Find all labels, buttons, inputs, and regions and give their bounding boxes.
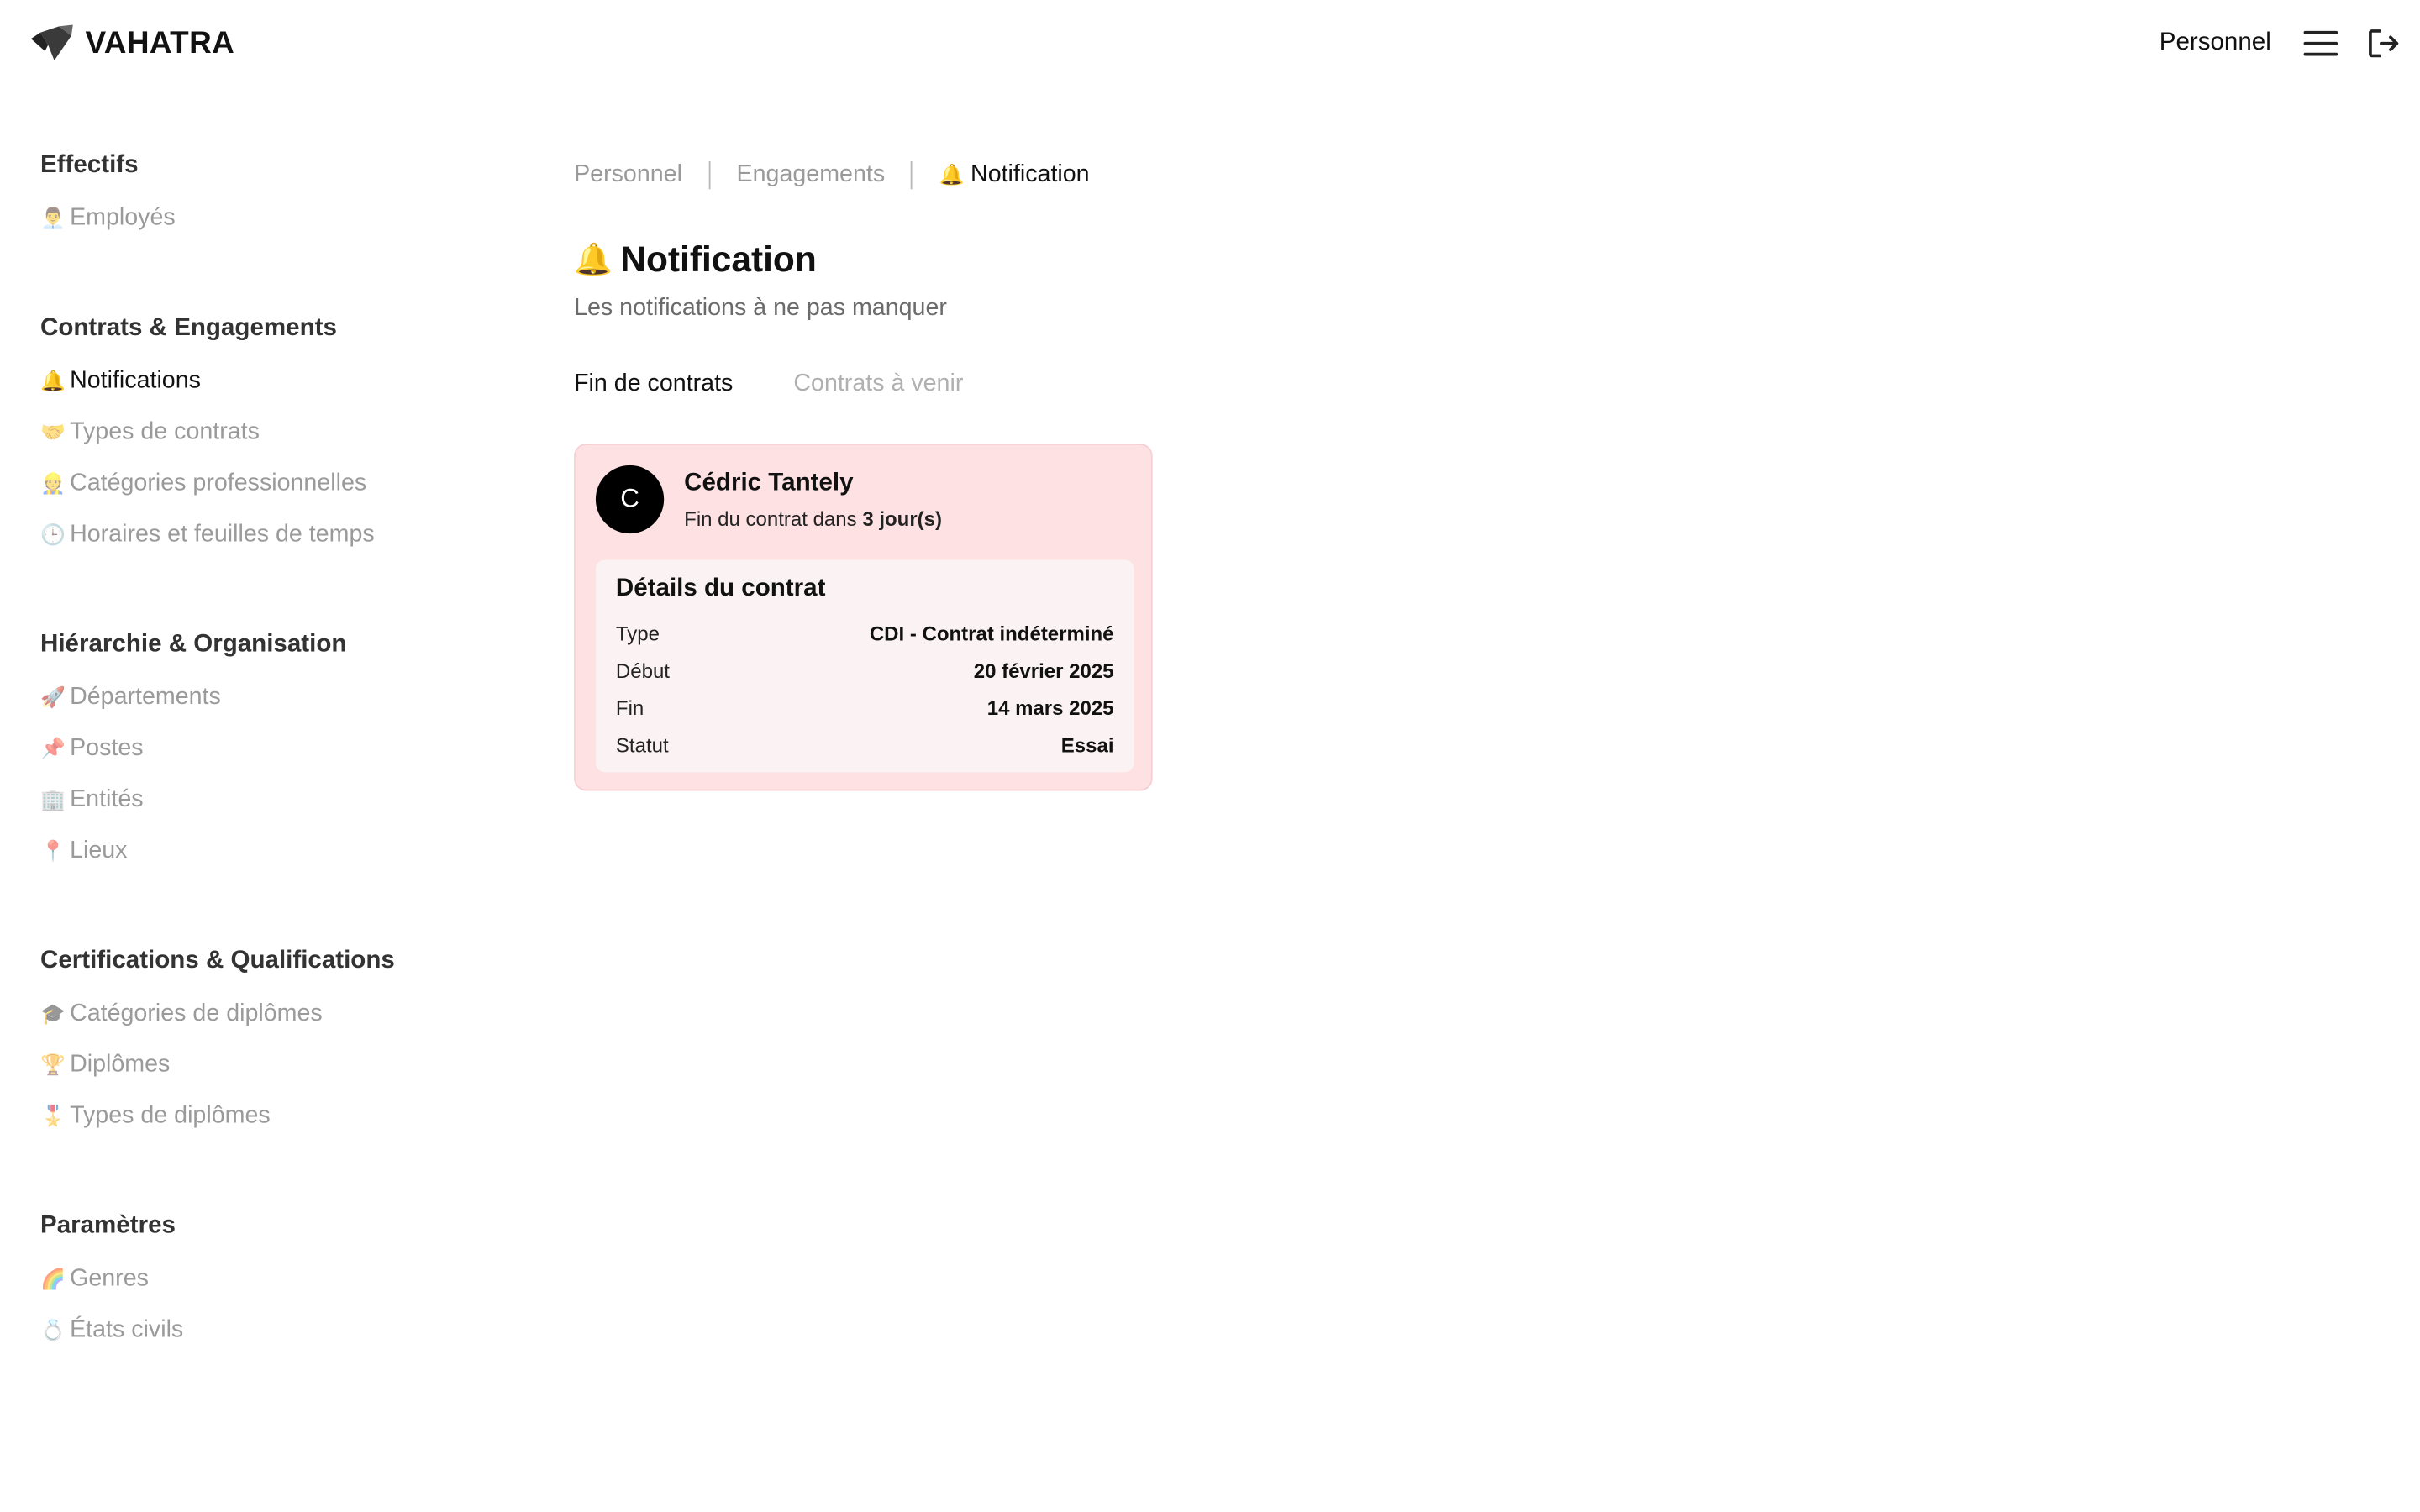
sidebar-item-icon: 👨‍💼 [40, 206, 66, 230]
contract-details-title: Détails du contrat [615, 575, 826, 602]
page-subtitle: Les notifications à ne pas manquer [574, 294, 947, 322]
sidebar-item-etats-civils[interactable]: 💍 États civils [40, 1315, 506, 1367]
tab-fin-de-contrats[interactable]: Fin de contrats [574, 370, 733, 405]
sidebar-item-label: Postes [70, 735, 144, 762]
contract-details: Détails du contrat Type CDI - Contrat in… [595, 559, 1134, 773]
sidebar-item-label: Entités [70, 786, 144, 813]
breadcrumb-personnel[interactable]: Personnel [574, 161, 682, 189]
sidebar-group: Paramètres 🌈 Genres 💍 États civils [40, 1210, 506, 1366]
detail-label: Fin [615, 696, 644, 720]
sidebar-item-icon: 🌈 [40, 1267, 66, 1291]
sidebar-item-diplomes[interactable]: 🏆 Diplômes [40, 1050, 506, 1101]
sidebar-group-title: Paramètres [40, 1212, 176, 1240]
detail-label: Statut [615, 733, 669, 757]
sidebar-item-label: États civils [70, 1316, 184, 1343]
bell-icon: 🔔 [939, 162, 965, 186]
sidebar-item-types-de-contrats[interactable]: 🤝 Types de contrats [40, 417, 506, 469]
sidebar-group-title: Contrats & Engagements [40, 314, 337, 342]
page-title-text: Notification [620, 238, 817, 279]
sidebar-item-notifications[interactable]: 🔔 Notifications [40, 366, 506, 417]
sidebar-item-label: Lieux [70, 837, 128, 864]
tab-contrats-a-venir[interactable]: Contrats à venir [793, 370, 963, 405]
sidebar-item-label: Types de contrats [70, 418, 260, 445]
sidebar-item-genres[interactable]: 🌈 Genres [40, 1264, 506, 1315]
sidebar-item-label: Employés [70, 204, 176, 232]
sidebar-item-icon: 💍 [40, 1318, 66, 1341]
detail-label: Type [615, 622, 660, 646]
sidebar-item-label: Diplômes [70, 1051, 171, 1079]
sidebar-item-entites[interactable]: 🏢 Entités [40, 785, 506, 836]
sidebar-item-label: Notifications [70, 367, 201, 394]
sidebar-group-title: Hiérarchie & Organisation [40, 631, 347, 658]
detail-row-fin: Fin 14 mars 2025 [616, 695, 1114, 732]
sidebar-group-title: Effectifs [40, 151, 139, 179]
main-content: Personnel Engagements 🔔 Notification 🔔 No… [574, 155, 1815, 791]
sidebar-group: Hiérarchie & Organisation 🚀 Départements 📌 P… [40, 628, 506, 887]
sidebar-item-postes[interactable]: 📌 Postes [40, 733, 506, 785]
sidebar-item-label: Départements [70, 684, 221, 711]
app-logo[interactable]: VAHATRA [28, 24, 234, 64]
avatar: C [595, 465, 665, 534]
sidebar-group: Certifications & Qualifications 🎓 Catégori… [40, 944, 506, 1152]
hamburger-menu-icon[interactable] [2299, 22, 2343, 66]
sidebar-item-departements[interactable]: 🚀 Départements [40, 682, 506, 733]
sidebar-item-label: Types de diplômes [70, 1102, 271, 1130]
detail-row-type: Type CDI - Contrat indéterminé [616, 620, 1114, 657]
sidebar-item-icon: 🚀 [40, 685, 66, 709]
sidebar-item-label: Catégories de diplômes [70, 1000, 323, 1027]
sidebar-item-icon: 🎖️ [40, 1104, 66, 1128]
top-bar: VAHATRA Personnel [0, 0, 2420, 87]
sidebar-item-icon: 📍 [40, 838, 66, 863]
sidebar-item-icon: 👷 [40, 471, 66, 495]
page-title: 🔔 Notification [574, 231, 1815, 286]
current-section-label[interactable]: Personnel [2160, 29, 2271, 57]
countdown-prefix: Fin du contrat dans [684, 507, 857, 531]
detail-value: 14 mars 2025 [986, 696, 1114, 720]
sidebar-item-label: Catégories professionnelles [70, 470, 367, 496]
breadcrumb-separator [708, 161, 711, 190]
notification-card[interactable]: C Cédric Tantely Fin du contrat dans 3 j… [574, 444, 1153, 791]
breadcrumb-notification: 🔔 Notification [939, 161, 1090, 189]
logo-icon [30, 24, 73, 61]
contract-end-countdown: Fin du contrat dans 3 jour(s) [684, 507, 942, 531]
breadcrumb-engagements[interactable]: Engagements [737, 161, 886, 189]
detail-value: CDI - Contrat indéterminé [869, 622, 1114, 646]
sidebar-item-icon: 🏆 [40, 1053, 66, 1077]
sidebar-group-title: Certifications & Qualifications [40, 948, 395, 974]
tabs: Fin de contrats Contrats à venir [574, 370, 1815, 405]
employee-name: Cédric Tantely [684, 470, 854, 496]
sidebar: Effectifs 👨‍💼 Employés Contrats & Engagemen… [40, 149, 506, 1424]
detail-value: Essai [1060, 733, 1114, 757]
sidebar-item-icon: 🔔 [40, 369, 66, 393]
logout-icon[interactable] [2361, 22, 2405, 66]
sidebar-item-horaires-et-feuilles-de-temps[interactable]: 🕒 Horaires et feuilles de temps [40, 519, 506, 570]
detail-label: Début [615, 659, 670, 683]
sidebar-item-employes[interactable]: 👨‍💼 Employés [40, 203, 506, 255]
sidebar-item-categories-de-diplomes[interactable]: 🎓 Catégories de diplômes [40, 999, 506, 1050]
sidebar-item-icon: 🤝 [40, 420, 66, 444]
sidebar-item-label: Horaires et feuilles de temps [70, 521, 375, 548]
sidebar-item-types-de-diplomes[interactable]: 🎖️ Types de diplômes [40, 1101, 506, 1152]
breadcrumb-separator [911, 161, 913, 190]
detail-value: 20 février 2025 [973, 659, 1114, 683]
sidebar-item-lieux[interactable]: 📍 Lieux [40, 836, 506, 887]
sidebar-item-icon: 📌 [40, 736, 66, 760]
breadcrumb: Personnel Engagements 🔔 Notification [574, 155, 1815, 196]
sidebar-item-label: Genres [70, 1265, 149, 1292]
detail-row-statut: Statut Essai [616, 732, 1114, 769]
countdown-value: 3 jour(s) [862, 507, 943, 531]
sidebar-item-icon: 🕒 [40, 522, 66, 546]
detail-row-debut: Début 20 février 2025 [616, 658, 1114, 695]
sidebar-item-categories-professionnelles[interactable]: 👷 Catégories professionnelles [40, 469, 506, 520]
sidebar-item-icon: 🏢 [40, 787, 66, 811]
sidebar-group: Effectifs 👨‍💼 Employés [40, 149, 506, 255]
bell-icon: 🔔 [574, 242, 613, 277]
sidebar-group: Contrats & Engagements 🔔 Notifications 🤝 Typ… [40, 312, 506, 570]
sidebar-item-icon: 🎓 [40, 1001, 66, 1026]
app-name: VAHATRA [85, 25, 235, 60]
breadcrumb-current-label: Notification [971, 161, 1090, 188]
